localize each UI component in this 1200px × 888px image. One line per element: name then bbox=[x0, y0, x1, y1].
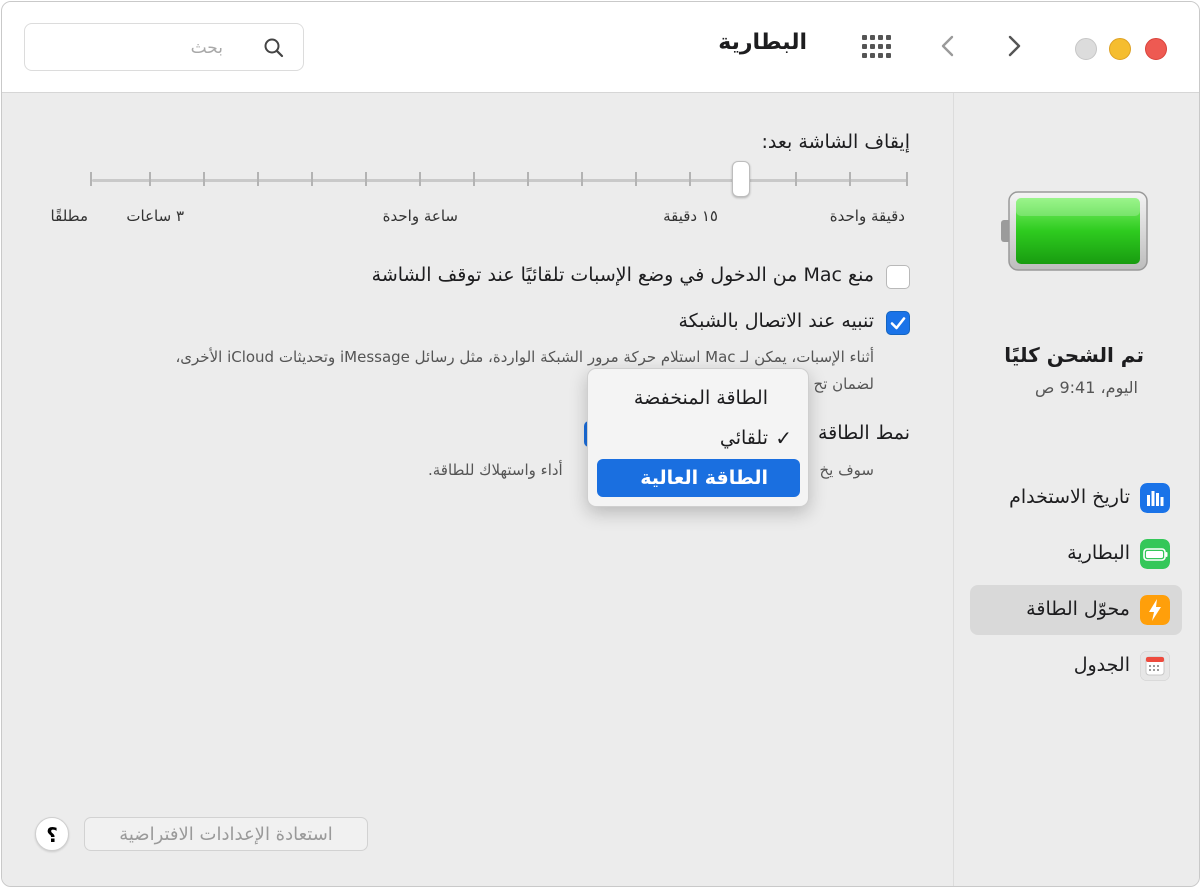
sidebar-item-usage-history[interactable]: تاريخ الاستخدام bbox=[970, 473, 1182, 523]
power-mode-menu: الطاقة المنخفضة ✓ تلقائي الطاقة العالية bbox=[587, 368, 809, 507]
slider-tick bbox=[203, 172, 205, 186]
slider-tick bbox=[365, 172, 367, 186]
search-input[interactable] bbox=[41, 35, 225, 61]
search-field[interactable] bbox=[24, 23, 304, 71]
wake-network-checkbox[interactable] bbox=[886, 311, 910, 335]
slider-tick bbox=[257, 172, 259, 186]
zoom-window-button[interactable] bbox=[1075, 38, 1097, 60]
slider-knob[interactable] bbox=[732, 161, 750, 197]
prevent-sleep-label: منع Mac من الدخول في وضع الإسبات تلقائيً… bbox=[371, 264, 874, 286]
sidebar-item-schedule[interactable]: الجدول bbox=[970, 641, 1182, 691]
sidebar-item-label: الجدول bbox=[1073, 654, 1130, 676]
slider-tick bbox=[473, 172, 475, 186]
slider-tick bbox=[906, 172, 908, 186]
menu-item-label: تلقائي bbox=[719, 427, 768, 449]
battery-icon bbox=[1140, 539, 1170, 569]
close-window-button[interactable] bbox=[1145, 38, 1167, 60]
lightning-icon bbox=[1140, 595, 1170, 625]
toolbar: البطارية bbox=[2, 2, 1199, 93]
tick-label: ٣ ساعات bbox=[126, 207, 184, 225]
show-all-grid-icon[interactable] bbox=[860, 33, 894, 61]
display-sleep-title: إيقاف الشاشة بعد: bbox=[761, 131, 910, 153]
display-sleep-slider[interactable] bbox=[92, 179, 908, 182]
tick-label: مطلقًا bbox=[50, 207, 88, 225]
power-mode-description: سوف يخ bbox=[819, 461, 875, 479]
menu-item-automatic[interactable]: ✓ تلقائي bbox=[588, 419, 808, 457]
checkmark-icon: ✓ bbox=[775, 426, 792, 450]
sidebar-item-label: تاريخ الاستخدام bbox=[1009, 486, 1130, 508]
restore-defaults-button[interactable]: استعادة الإعدادات الافتراضية bbox=[84, 817, 368, 851]
tick-label: دقيقة واحدة bbox=[829, 207, 905, 225]
battery-status: تم الشحن كليًا bbox=[1004, 343, 1144, 367]
prevent-sleep-checkbox[interactable] bbox=[886, 265, 910, 289]
slider-tick bbox=[689, 172, 691, 186]
slider-tick bbox=[527, 172, 529, 186]
slider-tick bbox=[311, 172, 313, 186]
sidebar-item-power-adapter[interactable]: محوّل الطاقة bbox=[970, 585, 1182, 635]
menu-item-low-power[interactable]: الطاقة المنخفضة bbox=[588, 379, 808, 417]
wake-network-description-cont: لضمان تح bbox=[813, 375, 874, 393]
tick-label: ساعة واحدة bbox=[382, 207, 458, 225]
back-icon[interactable] bbox=[933, 31, 963, 61]
slider-tick bbox=[419, 172, 421, 186]
battery-full-icon bbox=[1001, 191, 1148, 271]
slider-tick bbox=[90, 172, 92, 186]
slider-tick bbox=[581, 172, 583, 186]
slider-tick bbox=[635, 172, 637, 186]
tick-label: ١٥ دقيقة bbox=[663, 207, 718, 225]
battery-status-time: اليوم، 9:41 ص bbox=[1035, 378, 1138, 397]
slider-tick bbox=[795, 172, 797, 186]
slider-tick bbox=[149, 172, 151, 186]
search-icon bbox=[264, 38, 284, 58]
help-button[interactable]: ؟ bbox=[35, 817, 69, 851]
sidebar-item-label: محوّل الطاقة bbox=[1026, 598, 1130, 620]
slider-tick bbox=[849, 172, 851, 186]
menu-item-label: الطاقة العالية bbox=[640, 467, 768, 489]
menu-item-high-power[interactable]: الطاقة العالية bbox=[597, 459, 800, 497]
forward-icon[interactable] bbox=[999, 31, 1029, 61]
sidebar-item-battery[interactable]: البطارية bbox=[970, 529, 1182, 579]
bar-chart-icon bbox=[1140, 483, 1170, 513]
menu-item-label: الطاقة المنخفضة bbox=[633, 387, 768, 409]
power-mode-label: نمط الطاقة bbox=[817, 422, 910, 444]
window-title: البطارية bbox=[718, 30, 807, 55]
calendar-icon bbox=[1140, 651, 1170, 681]
checkmark-icon bbox=[890, 317, 906, 330]
sidebar-item-label: البطارية bbox=[1067, 542, 1130, 564]
minimize-window-button[interactable] bbox=[1109, 38, 1131, 60]
power-mode-description-cont: أداء واستهلاك للطاقة. bbox=[428, 461, 563, 479]
wake-network-description: أثناء الإسبات، يمكن لـ Mac استلام حركة م… bbox=[175, 348, 874, 366]
wake-network-label: تنبيه عند الاتصال بالشبكة bbox=[678, 310, 874, 332]
